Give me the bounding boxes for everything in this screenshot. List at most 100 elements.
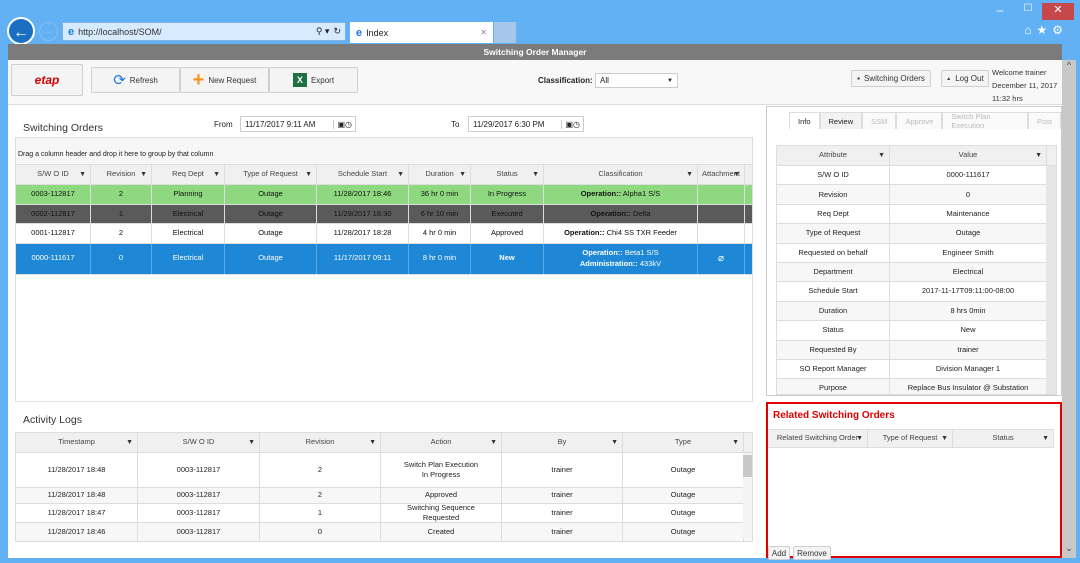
close-button[interactable]: ✕ [1042,3,1074,20]
filter-icon[interactable]: ▼ [686,170,693,179]
back-button[interactable]: ← [7,17,35,45]
column-header[interactable]: Attachment ▼ [698,165,745,184]
filter-icon[interactable]: ▼ [79,170,86,179]
filter-icon[interactable]: ▼ [878,151,885,160]
column-header[interactable]: Type of Request ▼ [225,165,317,184]
column-header[interactable]: Duration ▼ [409,165,471,184]
table-row[interactable]: 0003-112817 2 Planning Outage 11/28/2017 18:… [16,185,752,205]
attribute-scrollbar[interactable] [1046,166,1056,394]
column-header[interactable]: Revision ▼ [91,165,152,184]
column-header[interactable]: Related Switching Order ▼ [768,430,868,447]
tab-review[interactable]: Review [819,112,863,129]
filter-icon[interactable]: ▼ [459,170,466,179]
log-row[interactable]: 11/28/2017 18:48 0003-112817 2 Switch Plan … [16,453,752,488]
window-controls: – ☐ ✕ [986,3,1074,20]
log-row[interactable]: 11/28/2017 18:47 0003-112817 1 Switching Se… [16,504,752,523]
home-icon[interactable]: ⌂ [1024,23,1036,37]
tab-switch-plan-execution[interactable]: Switch Plan Execution [942,112,1028,130]
filter-icon[interactable]: ▼ [941,434,948,443]
column-header[interactable]: Timestamp ▼ [16,433,138,452]
filter-icon[interactable]: ▼ [248,438,255,447]
filter-icon[interactable]: ▼ [213,170,220,179]
calendar-icon[interactable]: ▣◷ [561,119,583,129]
attribute-row: Type of Request Outage [777,224,1056,244]
column-header[interactable]: S/W O ID ▼ [16,165,91,184]
welcome-text: Welcome trainer [992,68,1047,77]
column-label: Type of Request [882,433,938,443]
column-header[interactable]: Action ▼ [381,433,502,452]
close-tab-icon[interactable]: ✕ [480,28,487,37]
refresh-icon: ⟳ [113,72,126,89]
filter-icon[interactable]: ▼ [1042,434,1049,443]
new-tab-button[interactable] [494,22,516,43]
log-cell: 2 [260,488,381,503]
paperclip-icon[interactable]: ⌀ [718,252,724,266]
logs-title: Activity Logs [23,414,82,426]
switching-orders-button[interactable]: ▪ Switching Orders [851,70,931,87]
attribute-value: Electrical [890,262,1047,282]
attribute-name: Revision [777,185,890,204]
column-header[interactable]: By ▼ [502,433,623,452]
address-bar[interactable]: e http://localhost/SOM/ ⚲ ▾ ↻ [62,22,346,41]
classification-select[interactable]: All ▼ [595,73,678,88]
filter-icon[interactable]: ▼ [856,434,863,443]
maximize-button[interactable]: ☐ [1014,3,1042,20]
filter-icon[interactable]: ▼ [369,438,376,447]
filter-icon[interactable]: ▼ [532,170,539,179]
page-scrollbar[interactable]: ^ ⌄ [1062,60,1076,558]
log-row[interactable]: 11/28/2017 18:46 0003-112817 0 Created train… [16,523,752,541]
settings-icon[interactable]: ⚙ [1052,23,1068,37]
ie-icon: e [68,25,75,38]
column-header[interactable]: Status ▼ [953,430,1054,447]
forward-button[interactable]: → [39,22,58,41]
tab-info[interactable]: Info [789,112,820,129]
log-row[interactable]: 11/28/2017 18:48 0003-112817 2 Approved trai… [16,488,752,504]
column-header[interactable]: Schedule Start ▼ [317,165,409,184]
logout-button[interactable]: ▲ Log Out [941,70,989,87]
filter-icon[interactable]: ▼ [490,438,497,447]
cell-id: 0003-112817 [16,185,91,204]
table-row[interactable]: 0001-112817 2 Electrical Outage 11/28/2017 1… [16,224,752,244]
filter-icon[interactable]: ▼ [140,170,147,179]
column-header[interactable]: Revision ▼ [260,433,381,452]
from-date-input[interactable]: 11/17/2017 9:11 AM ▣◷ [240,116,356,132]
logs-grid: Timestamp ▼ S/W O ID ▼ Revision ▼ Action ▼ By ▼ Ty… [15,432,753,542]
filter-icon[interactable]: ▼ [126,438,133,447]
orders-scrollbar[interactable]: ^ [742,185,752,401]
refresh-button[interactable]: ⟳ Refresh [91,67,180,93]
search-icon[interactable]: ⚲ ▾ [316,26,330,37]
filter-icon[interactable]: ▼ [1035,151,1042,160]
favorites-icon[interactable]: ★ [1036,23,1052,37]
column-header[interactable]: Classification ▼ [544,165,698,184]
table-row[interactable]: 0000-111617 0 Electrical Outage 11/17/2017 0… [16,243,752,275]
column-header[interactable]: Type ▼ [623,433,744,452]
filter-icon[interactable]: ▼ [305,170,312,179]
column-header[interactable]: Status ▼ [471,165,544,184]
tab-ssm[interactable]: SSM [862,112,897,129]
tab-approve[interactable]: Approve [896,112,943,129]
column-header[interactable]: Req Dept ▼ [152,165,225,184]
tab-post[interactable]: Post [1027,112,1061,129]
minimize-button[interactable]: – [986,3,1014,20]
filter-icon[interactable]: ▼ [733,170,740,179]
app-title-bar: Switching Order Manager [8,44,1062,60]
column-header[interactable]: Attribute ▼ [777,146,890,165]
new-request-button[interactable]: + New Request [180,67,269,93]
browser-tab[interactable]: e Index ✕ [350,22,493,43]
add-button[interactable]: Add [768,546,790,560]
refresh-icon[interactable]: ↻ [333,26,341,37]
attribute-row: Duration 8 hrs 0min [777,301,1056,322]
export-button[interactable]: X Export [269,67,358,93]
remove-button[interactable]: Remove [793,546,831,560]
to-label: To [451,120,460,129]
to-date-input[interactable]: 11/29/2017 6:30 PM ▣◷ [468,116,584,132]
column-header[interactable]: Type of Request ▼ [868,430,953,447]
column-header[interactable]: S/W O ID ▼ [138,433,260,452]
filter-icon[interactable]: ▼ [611,438,618,447]
logs-scrollbar[interactable] [743,453,752,538]
table-row[interactable]: 0002-112817 1 Electrical Outage 11/29/2017 1… [16,204,752,224]
filter-icon[interactable]: ▼ [732,438,739,447]
column-header[interactable]: Value ▼ [890,146,1047,165]
filter-icon[interactable]: ▼ [397,170,404,179]
calendar-icon[interactable]: ▣◷ [333,119,355,129]
